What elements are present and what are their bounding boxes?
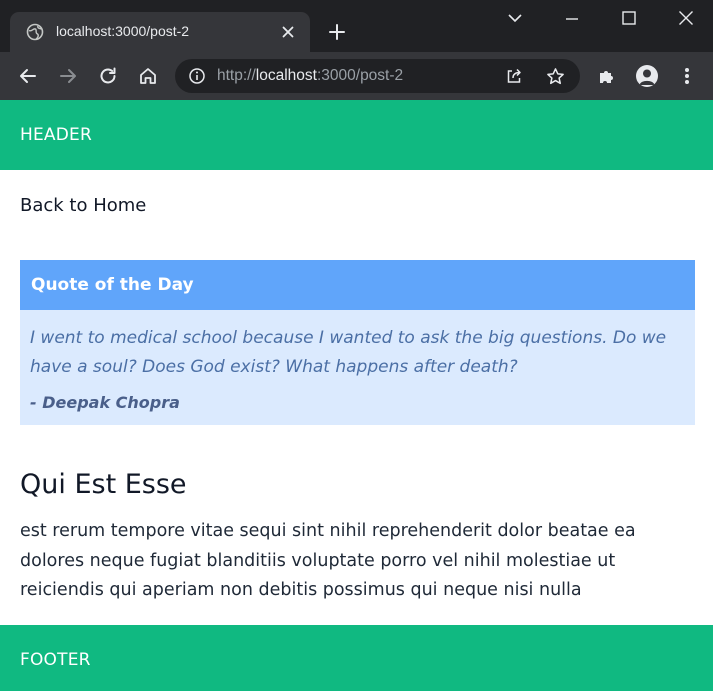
extensions-puzzle-icon[interactable] — [597, 66, 617, 86]
header-label: HEADER — [20, 125, 92, 145]
post-body: est rerum tempore vitae sequi sint nihil… — [20, 521, 636, 600]
quote-of-the-day-card: Quote of the Day I went to medical schoo… — [20, 260, 695, 425]
quote-author: - Deepak Chopra — [30, 393, 180, 412]
forward-arrow-icon[interactable] — [57, 65, 79, 87]
person-icon — [639, 69, 655, 85]
browser-toolbar: http://localhost:3000/post-2 — [0, 52, 713, 100]
minimize-icon[interactable] — [562, 8, 582, 28]
share-icon[interactable] — [505, 67, 523, 85]
back-to-home-link[interactable]: Back to Home — [20, 195, 146, 216]
quote-card-header: Quote of the Day — [20, 260, 695, 310]
back-arrow-icon[interactable] — [17, 65, 39, 87]
url-port-path: :3000/post-2 — [316, 67, 404, 84]
profile-avatar-icon[interactable] — [636, 65, 658, 87]
url-scheme: http:// — [217, 67, 256, 84]
browser-tab[interactable]: localhost:3000/post-2 — [10, 12, 310, 52]
address-bar[interactable]: http://localhost:3000/post-2 — [175, 59, 580, 93]
url-text[interactable]: http://localhost:3000/post-2 — [217, 67, 403, 85]
bookmark-star-icon[interactable] — [546, 67, 565, 86]
site-info-icon[interactable] — [188, 67, 206, 85]
post-title: Qui Est Esse — [20, 469, 187, 500]
maximize-icon[interactable] — [619, 8, 639, 28]
close-icon[interactable] — [280, 24, 296, 40]
tab-search-chevron-down-icon[interactable] — [505, 8, 525, 28]
reload-icon[interactable] — [97, 65, 119, 87]
home-icon[interactable] — [137, 65, 159, 87]
page-viewport: HEADER Back to Home Quote of the Day I w… — [0, 100, 713, 691]
quote-heading: Quote of the Day — [31, 275, 194, 295]
kebab-menu-icon[interactable] — [678, 66, 696, 86]
site-footer: FOOTER — [0, 625, 713, 691]
quote-text: I went to medical school because I wante… — [30, 328, 667, 377]
window-close-icon[interactable] — [676, 8, 696, 28]
footer-label: FOOTER — [20, 650, 91, 670]
tab-title: localhost:3000/post-2 — [56, 23, 190, 39]
new-tab-plus-icon[interactable] — [327, 22, 347, 42]
url-host: localhost — [255, 67, 317, 84]
site-header: HEADER — [0, 100, 713, 170]
browser-titlebar: localhost:3000/post-2 — [0, 0, 713, 52]
globe-icon — [26, 23, 44, 41]
